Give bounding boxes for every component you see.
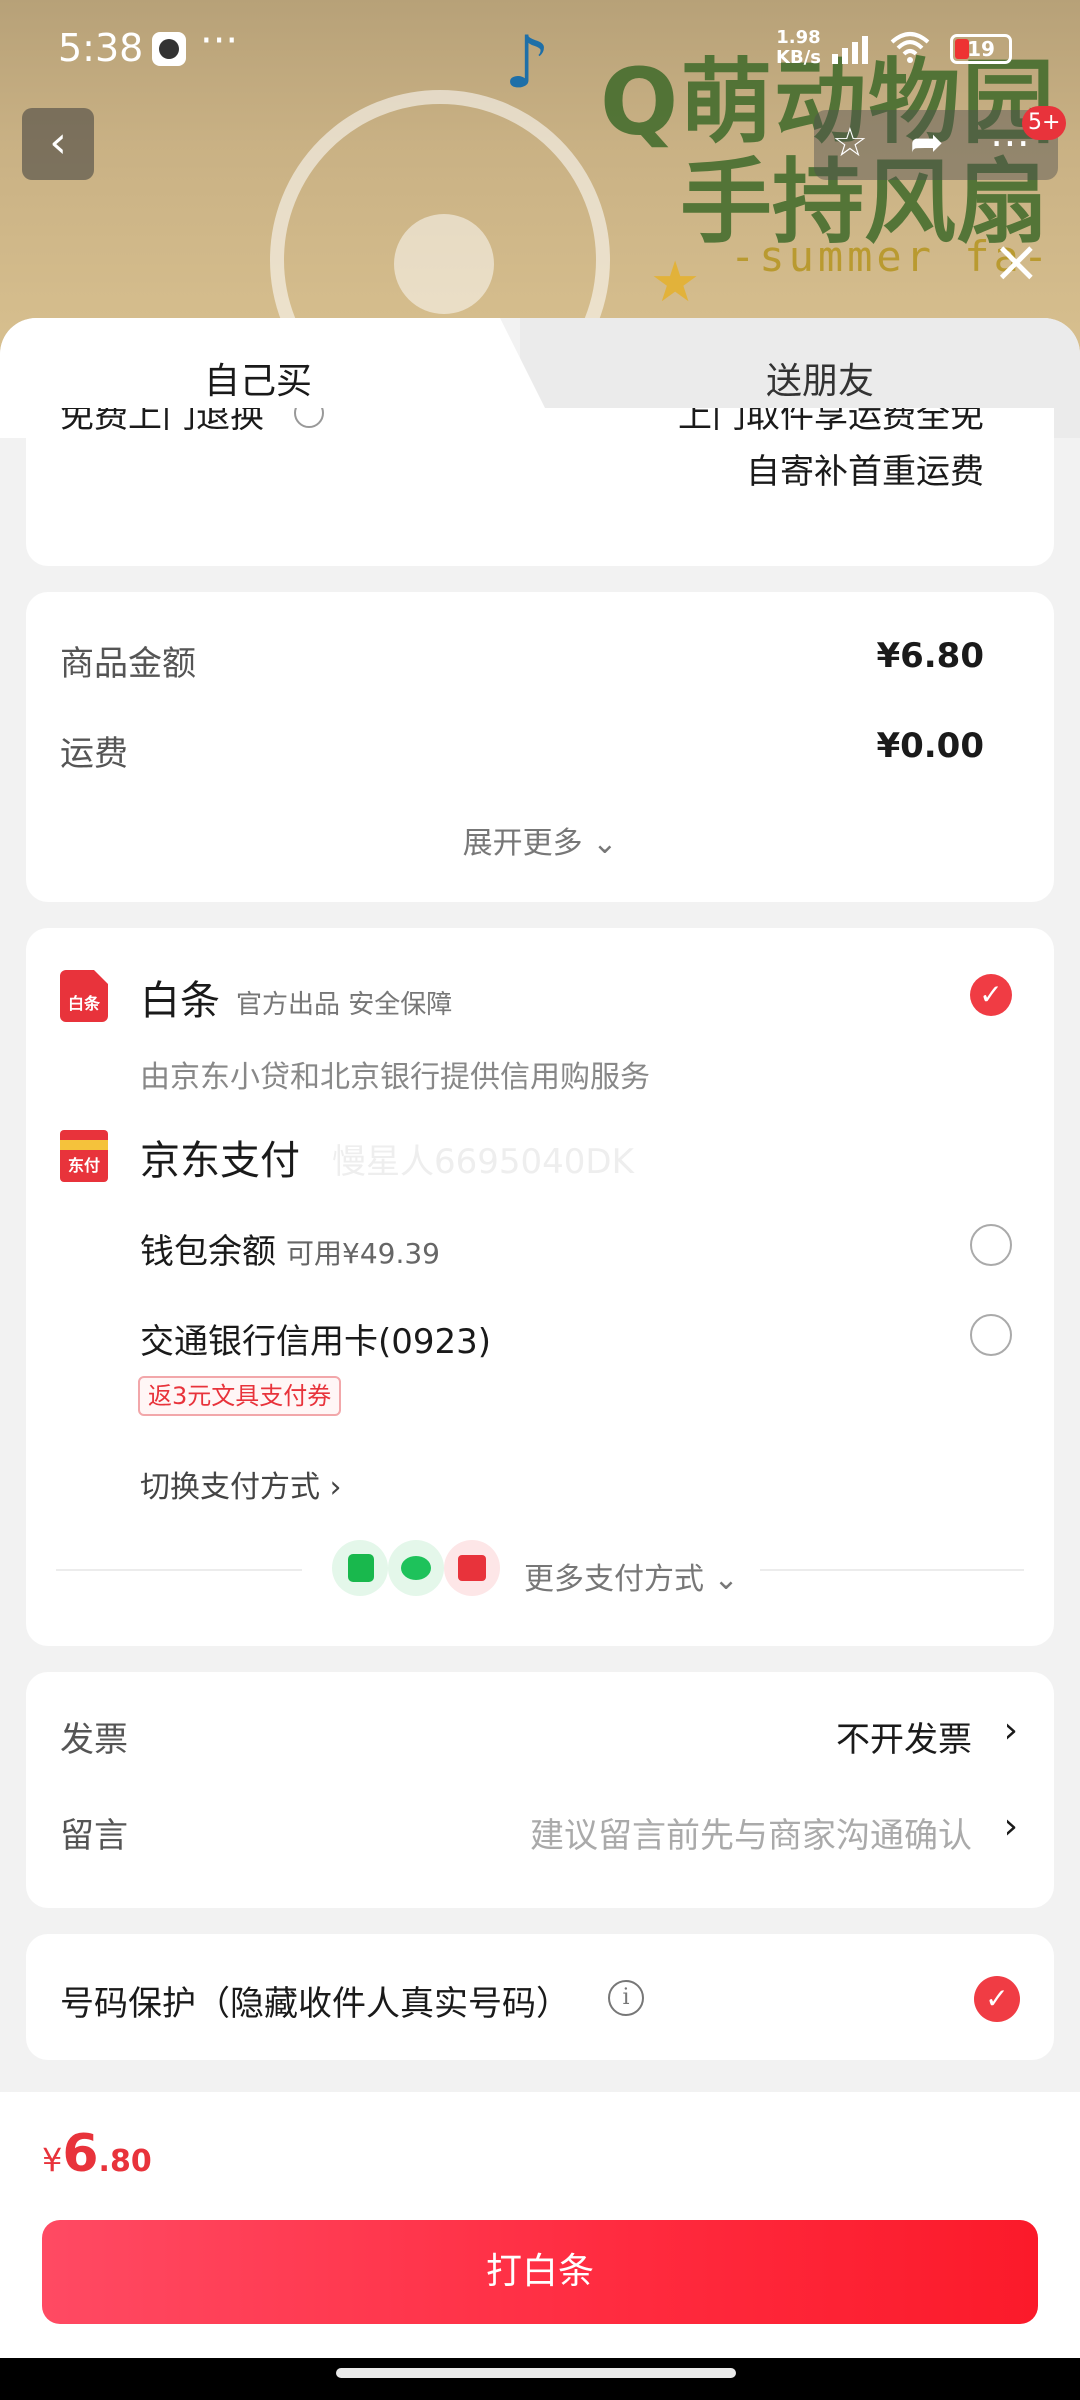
credit-card-radio[interactable] [970,1314,1012,1356]
battery-icon: 19 [950,34,1012,64]
baitiao-desc: 由京东小贷和北京银行提供信用购服务 [140,1060,650,1095]
star-decoration-icon: ★ [650,250,701,315]
jdpay-account: 慢星人6695040DK [332,1142,634,1182]
more-payment-icons[interactable] [332,1540,500,1598]
status-more: ··· [200,18,239,64]
number-protection-card: 号码保护（隐藏收件人真实号码） i ✓ [26,1934,1054,2060]
shipping-value: ¥0.00 [876,726,984,766]
return-service-line1: 上门取件享运费全免 [678,408,984,436]
pay-baitiao-button[interactable]: 打白条 [42,2220,1038,2324]
baitiao-tags: 官方出品 安全保障 [236,990,453,1020]
message-label: 留言 [60,1816,128,1856]
jdpay-title: 京东支付 [140,1138,300,1184]
shipping-label: 运费 [60,734,128,774]
clock-app-icon [152,32,186,66]
wallet-app-icon [332,1540,388,1596]
system-nav-bar [0,2358,1080,2400]
total-price: ¥6.80 [42,2124,152,2184]
number-protection-label: 号码保护（隐藏收件人真实号码） [60,1984,570,2024]
speed-value: 1.98 [776,27,821,48]
message-input[interactable]: 建议留言前先与商家沟通确认 [530,1808,972,1857]
message-chevron-right-icon[interactable]: › [1004,1806,1018,1847]
price-integer: 6 [62,2124,99,2184]
payment-card: 白条 白条 官方出品 安全保障 ✓ 由京东小贷和北京银行提供信用购服务 东付 京… [26,928,1054,1646]
info-icon[interactable] [294,408,324,428]
divider-left [56,1569,302,1571]
expand-more-label: 展开更多 [462,826,583,861]
chevron-right-icon: › [329,1470,342,1505]
wallet-balance-option[interactable]: 钱包余额 可用¥49.39 [140,1224,440,1273]
close-icon[interactable]: × [992,232,1041,290]
invoice-value[interactable]: 不开发票 [836,1712,972,1761]
expand-more-button[interactable]: 展开更多 ⌄ [26,818,1054,862]
notification-badge: 5+ [1022,106,1067,140]
unionpay-icon [444,1540,500,1596]
checkout-footer: ¥6.80 打白条 [0,2092,1080,2400]
chevron-down-icon: ⌄ [713,1562,739,1597]
return-service-line2: 自寄补首重运费 [746,452,984,492]
divider-right [760,1569,1024,1571]
wallet-balance-label: 钱包余额 [140,1232,276,1272]
status-bar: 5:38 ··· 1.98 KB/s 19 [0,0,1080,96]
invoice-message-card: 发票 不开发票 › 留言 建议留言前先与商家沟通确认 › [26,1672,1054,1908]
tab-gift-friend[interactable]: 送朋友 [766,352,874,404]
baitiao-radio[interactable]: ✓ [970,974,1012,1016]
baitiao-title[interactable]: 白条 [140,968,220,1026]
wechat-pay-icon [388,1540,444,1596]
home-gesture-handle[interactable] [336,2368,736,2378]
return-service-label: 免费上门退换 [60,408,264,436]
number-protection-checkbox[interactable]: ✓ [974,1976,1020,2022]
invoice-label: 发票 [60,1720,128,1760]
credit-card-option[interactable]: 交通银行信用卡(0923) [140,1314,491,1363]
price-decimal: .80 [98,2144,152,2179]
wallet-balance-radio[interactable] [970,1224,1012,1266]
baitiao-logo-text: 白条 [67,994,100,1013]
switch-payment-label: 切换支付方式 [140,1470,320,1505]
goods-amount-label: 商品金额 [60,644,196,684]
invoice-chevron-right-icon[interactable]: › [1004,1710,1018,1751]
return-service-card: 免费上门退换 上门取件享运费全免 自寄补首重运费 [26,408,1054,566]
battery-level: 19 [967,37,995,61]
amount-card: 商品金额 ¥6.80 运费 ¥0.00 展开更多 ⌄ [26,592,1054,902]
coupon-badge: 返3元文具支付券 [138,1376,342,1416]
star-favorite-icon[interactable]: ☆ [832,120,868,166]
status-time: 5:38 [58,26,144,70]
wifi-icon [890,32,930,63]
chevron-down-icon: ⌄ [592,826,618,861]
more-payment-button[interactable]: 更多支付方式 ⌄ [524,1554,739,1598]
jdpay-logo-icon: 东付 [60,1130,108,1182]
checkout-sheet: 自己买 送朋友 免费上门退换 上门取件享运费全免 自寄补首重运费 商品金额 ¥6… [0,318,1080,2400]
info-icon[interactable]: i [608,1980,644,2016]
wallet-balance-available: 可用¥49.39 [286,1237,440,1270]
network-speed: 1.98 KB/s [776,28,821,68]
switch-payment-button[interactable]: 切换支付方式 › [140,1462,342,1506]
goods-amount-value: ¥6.80 [876,636,984,676]
speed-unit: KB/s [776,47,821,68]
tab-self-buy[interactable]: 自己买 [204,352,312,404]
chevron-left-icon: ‹ [49,117,67,168]
back-button[interactable]: ‹ [22,108,94,180]
signal-icon [832,36,868,64]
jdpay-logo-text: 东付 [60,1150,108,1182]
price-symbol: ¥ [42,2141,63,2179]
more-payment-label: 更多支付方式 [524,1562,704,1597]
share-icon[interactable]: ➦ [910,120,944,166]
baitiao-logo-icon: 白条 [60,970,108,1022]
